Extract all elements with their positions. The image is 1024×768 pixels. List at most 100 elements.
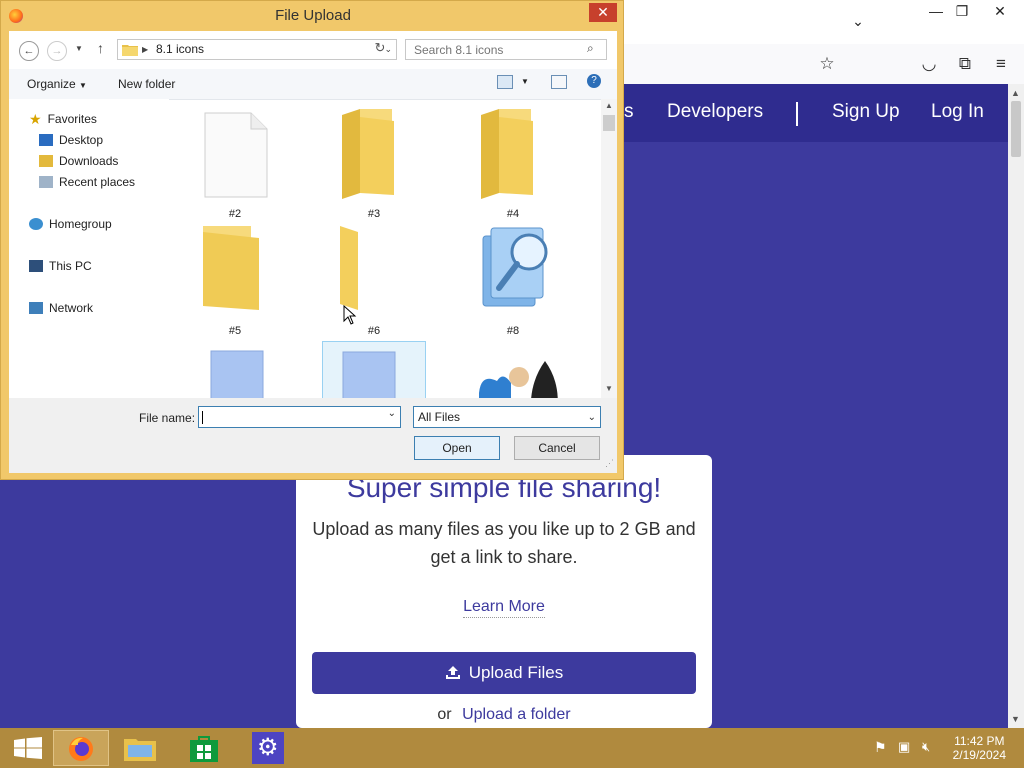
taskbar-store[interactable] [176,730,232,766]
file-name-input[interactable]: ⌄ [198,406,401,428]
firefox-icon [69,737,93,761]
file-item[interactable]: #3 [322,105,426,220]
file-type-value: All Files [418,410,461,424]
nav-link-sign-up[interactable]: Sign Up [832,101,900,123]
nav-recent-places[interactable]: Recent places [39,173,135,191]
file-type-dropdown-icon: ⌄ [587,412,596,423]
dialog-title: File Upload [275,7,351,24]
nav-link-developers[interactable]: Developers [667,101,763,123]
help-icon[interactable]: ? [587,74,601,88]
tray-date: 2/19/2024 [952,748,1006,762]
file-type-select[interactable]: All Files ⌄ [413,406,601,428]
file-item[interactable]: #4 [461,105,565,220]
dialog-body: ← → ▼ ↑ ▶ 8.1 icons ⌄ ↻ ⌕ Organize ▼ N [9,31,617,473]
scroll-up-icon[interactable]: ▲ [1011,88,1020,98]
file-item[interactable]: #6 [322,222,426,337]
dialog-close-button[interactable]: ✕ [589,3,617,22]
bookmark-star-icon[interactable]: ☆ [814,52,840,76]
view-options-icon[interactable] [497,75,513,89]
preview-pane-icon[interactable] [551,75,567,89]
nav-downloads[interactable]: Downloads [39,152,118,170]
nav-link-partial[interactable]: s [624,101,634,123]
pocket-icon[interactable]: ◡ [916,52,942,76]
search-icon: ⌕ [587,41,594,55]
resize-grip-icon[interactable]: ⋰ [605,458,614,469]
page-scroll-thumb[interactable] [1011,101,1021,157]
upload-folder-line: or Upload a folder [296,706,712,724]
nav-network[interactable]: Network [29,299,93,317]
scroll-up-icon[interactable]: ▲ [605,101,613,110]
upload-files-button[interactable]: Upload Files [312,652,696,694]
up-arrow-icon[interactable]: ↑ [97,40,104,56]
file-list-scroll-thumb[interactable] [603,115,615,131]
open-button[interactable]: Open [414,436,500,460]
cancel-button[interactable]: Cancel [514,436,600,460]
view-dropdown-icon[interactable]: ▼ [521,77,529,86]
path-folder-label[interactable]: 8.1 icons [156,40,204,59]
file-list: #2 #3 #4 #5 #6 #8 [169,99,601,398]
recent-locations-icon[interactable]: ▼ [75,44,83,53]
start-button[interactable] [4,730,60,766]
volume-muted-icon[interactable]: 🔇︎ [922,739,930,755]
file-item[interactable] [461,341,565,398]
close-window-button[interactable]: ✕ [988,2,1012,20]
file-label: #6 [367,325,381,337]
organize-dropdown-icon: ▼ [79,81,87,90]
file-name-dropdown-icon[interactable]: ⌄ [388,408,396,419]
taskbar: ⚙ ⚑ ▣ 🔇︎ 11:42 PM 2/19/2024 [0,728,1024,768]
tray-time: 11:42 PM [954,734,1005,748]
file-item[interactable]: #5 [183,222,287,337]
file-label: #2 [228,208,242,220]
address-bar: ← → ▼ ↑ ▶ 8.1 icons ⌄ ↻ ⌕ [9,31,617,69]
taskbar-file-explorer[interactable] [112,730,168,766]
scroll-down-icon[interactable]: ▼ [1011,714,1020,724]
action-center-flag-icon[interactable]: ⚑ [874,739,887,756]
nav-desktop[interactable]: Desktop [39,131,103,149]
back-arrow-icon[interactable]: ← [19,41,39,61]
file-item[interactable]: #2 [183,105,287,220]
forward-arrow-icon[interactable]: → [47,41,67,61]
command-bar: Organize ▼ New folder ▼ ? [9,69,617,100]
scroll-down-icon[interactable]: ▼ [605,384,613,393]
nav-homegroup-label: Homegroup [49,217,112,231]
tray-clock[interactable]: 11:42 PM 2/19/2024 [953,734,1006,762]
nav-this-pc-label: This PC [49,259,92,273]
nav-this-pc[interactable]: This PC [29,257,92,275]
refresh-icon[interactable]: ↻ [371,40,389,58]
nav-link-log-in[interactable]: Log In [931,101,984,123]
folder-small-icon [122,45,138,56]
minimize-button[interactable]: — [924,2,948,20]
recent-places-icon [39,176,53,188]
file-name-label: File name: [139,411,196,425]
path-box[interactable]: ▶ 8.1 icons ⌄ [117,39,397,60]
file-upload-dialog: File Upload ✕ ← → ▼ ↑ ▶ 8.1 icons ⌄ ↻ ⌕ … [0,0,624,480]
folder-icon [481,109,533,199]
upload-icon [445,666,460,679]
file-list-scrollbar[interactable]: ▲ ▼ [601,99,617,398]
network-tray-icon[interactable]: ▣ [898,739,910,755]
taskbar-firefox[interactable] [53,730,109,766]
learn-more-link[interactable]: Learn More [463,598,545,618]
new-folder-button[interactable]: New folder [118,77,175,91]
tab-list-chevron-icon[interactable]: ⌄ [846,12,870,30]
folder-icon [342,109,394,199]
file-item[interactable]: #8 [461,222,565,337]
blank-file-icon [204,112,268,198]
nav-favorites[interactable]: ★ Favorites [29,110,97,128]
page-scrollbar[interactable]: ▲ ▼ [1008,84,1024,728]
upload-folder-link[interactable]: Upload a folder [462,706,571,723]
search-input[interactable] [405,39,607,60]
file-label: #3 [367,208,381,220]
text-caret [202,411,203,424]
taskbar-settings[interactable]: ⚙ [240,730,296,766]
file-item[interactable] [183,341,287,398]
restore-button[interactable]: ❐ [950,2,974,20]
file-item-selected[interactable] [322,341,426,398]
organize-button[interactable]: Organize ▼ [27,77,87,91]
menu-icon[interactable]: ≡ [988,52,1014,76]
file-label: #8 [506,325,520,337]
extensions-icon[interactable]: ⧉ [952,52,978,76]
nav-homegroup[interactable]: Homegroup [29,215,112,233]
upload-files-label: Upload Files [468,663,564,682]
downloads-icon [39,155,53,167]
